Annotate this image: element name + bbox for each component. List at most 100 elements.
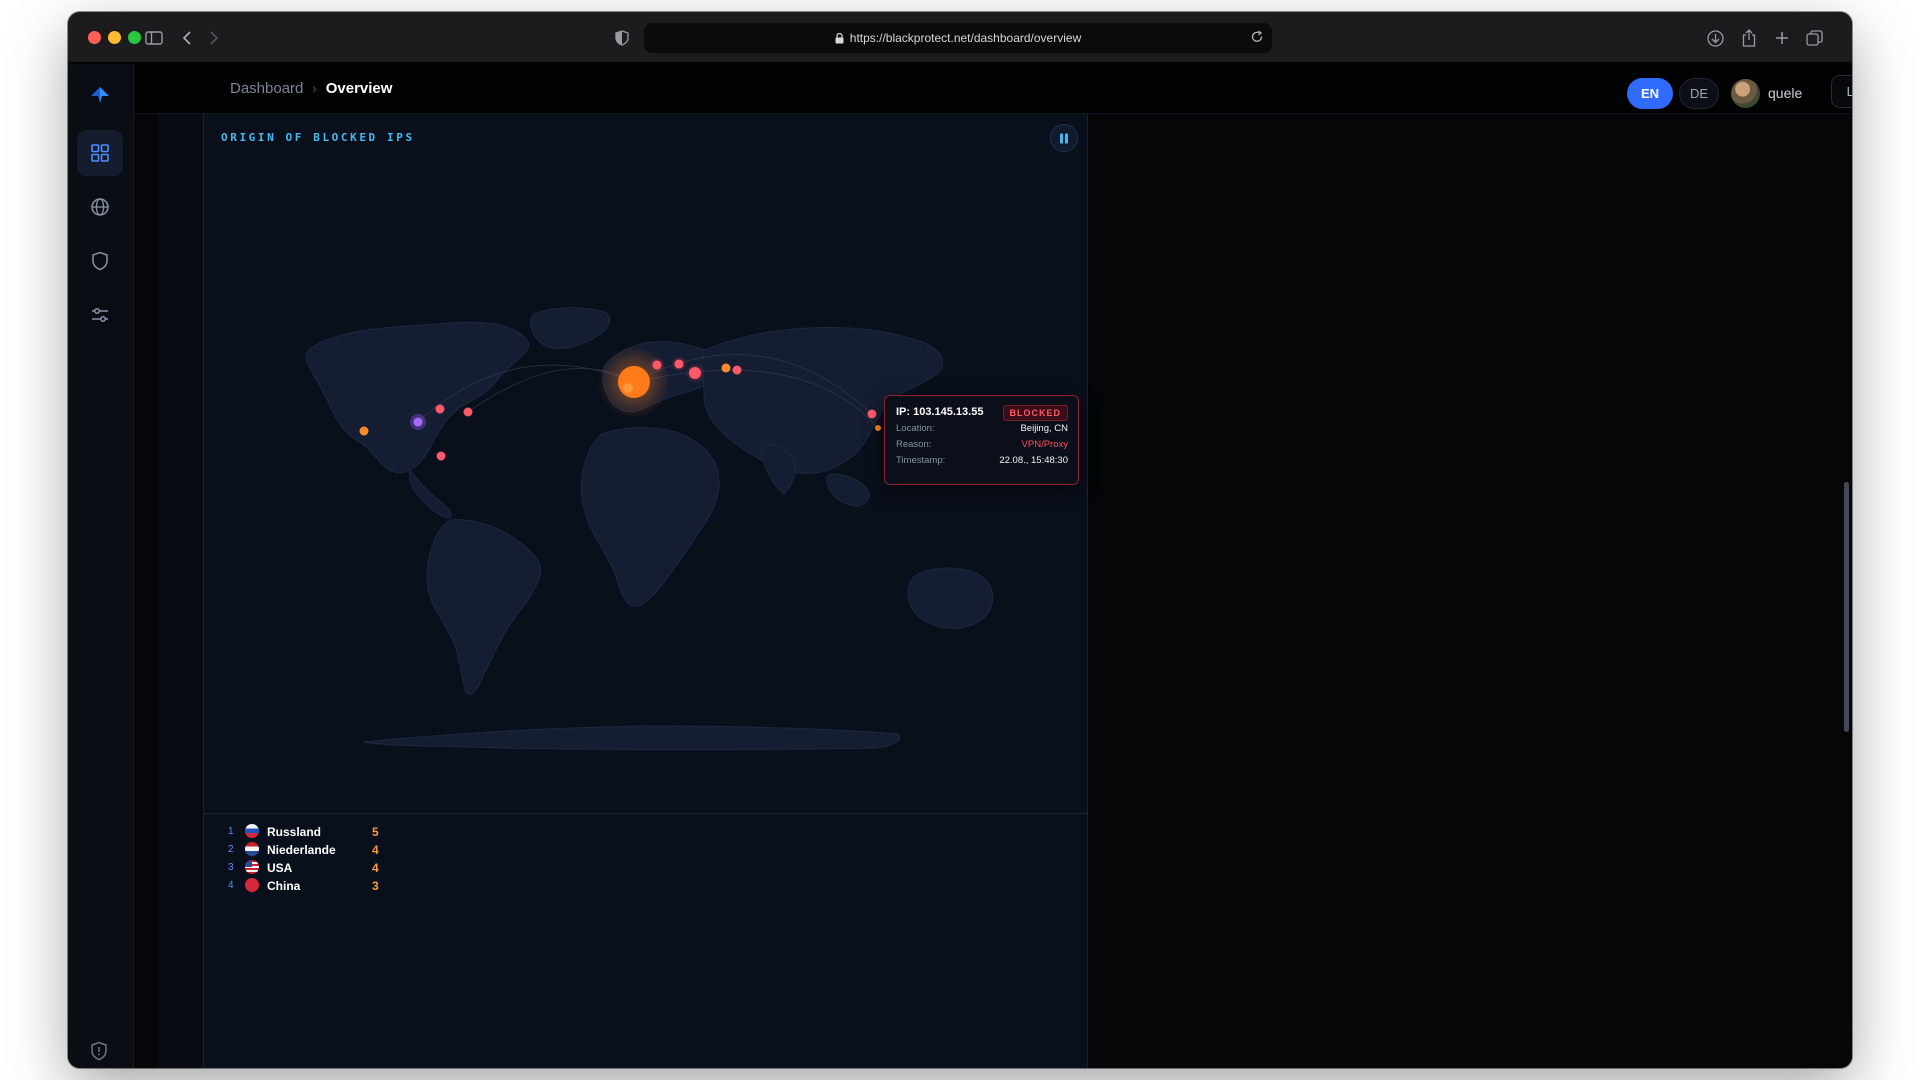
minimize-window-button[interactable] [108,31,121,44]
marker-dot[interactable] [689,367,701,379]
marker-dot[interactable] [413,417,423,427]
south-america-shape [426,519,542,696]
hotspot-marker-netherlands[interactable] [618,366,650,398]
block-count: 3 [372,879,379,893]
back-arrow-icon[interactable] [175,26,199,50]
privacy-shield-icon[interactable] [610,26,634,50]
username-label: quele [1768,85,1803,101]
rank-number: 4 [228,880,234,891]
sidebar [68,64,134,1068]
country-name: China [267,879,301,893]
australia-shape [907,567,994,629]
marker-dot[interactable] [359,426,369,436]
russia-flag-icon [245,824,259,838]
country-name: Niederlande [267,843,336,857]
block-count: 4 [372,843,379,857]
pause-button[interactable] [1050,124,1078,152]
shield-footer-icon[interactable] [90,1041,108,1066]
sidebar-item-dashboard[interactable] [77,130,123,176]
globe-icon [91,198,109,216]
rank-number: 3 [228,862,234,873]
browser-toolbar: https://blackprotect.net/dashboard/overv… [68,12,1852,63]
rank-number: 1 [228,826,234,837]
marker-dot [623,383,633,393]
tooltip-key: Location: [896,423,935,434]
card-title: ORIGIN OF BLOCKED IPS [221,131,415,144]
tooltip-key: Reason: [896,439,932,450]
reload-icon[interactable] [1250,30,1264,44]
logout-button[interactable]: Logout [1831,75,1852,108]
ip-tooltip: IP: 103.145.13.55 BLOCKED Location: Beij… [884,395,1079,485]
close-window-button[interactable] [88,31,101,44]
tooltip-row: Reason: VPN/Proxy [896,439,1068,450]
breadcrumb-dashboard-link[interactable]: Dashboard [230,80,303,97]
country-ranking-list: 1 Russland 5 2 Niederlande 4 3 USA 4 4 C… [228,824,388,896]
usa-flag-icon [245,860,259,874]
app-root: Dashboard › Overview EN DE quele Logout [68,64,1852,1068]
url-text: https://blackprotect.net/dashboard/overv… [849,31,1082,45]
address-bar[interactable]: https://blackprotect.net/dashboard/overv… [644,23,1272,53]
rank-number: 2 [228,844,234,855]
shield-icon [92,251,108,271]
central-america-shape [409,468,452,519]
sliders-icon [92,308,108,322]
browser-window: https://blackprotect.net/dashboard/overv… [68,12,1852,1068]
sidebar-item-network[interactable] [77,184,123,230]
share-icon[interactable] [1737,26,1761,50]
greenland-shape [530,307,611,349]
tooltip-row: Timestamp: 22.08., 15:48:30 [896,455,1068,466]
sidebar-toggle-icon[interactable] [142,26,166,50]
scrollbar[interactable] [1844,482,1849,732]
language-en-button[interactable]: EN [1627,78,1673,109]
marker-dot[interactable] [674,359,684,369]
netherlands-flag-icon [245,842,259,856]
tooltip-key: Timestamp: [896,455,946,466]
antarctica-shape [363,725,901,750]
tooltip-value: Beijing, CN [1020,423,1068,434]
country-name: Russland [267,825,322,839]
blocked-ips-map-card: ORIGIN OF BLOCKED IPS IP: 103.145.13.55 … [203,114,1088,1068]
tooltip-row: Location: Beijing, CN [896,423,1068,434]
list-item[interactable]: 4 China 3 [228,878,388,896]
marker-dot-beijing[interactable] [867,409,877,419]
main-content: ORIGIN OF BLOCKED IPS IP: 103.145.13.55 … [134,114,1852,1068]
pause-icon [1060,133,1068,143]
tab-overview-icon[interactable] [1802,26,1826,50]
southeast-asia-shape [826,473,870,507]
marker-dot[interactable] [875,425,881,431]
dashboard-grid-icon [91,144,109,162]
sidebar-item-settings[interactable] [77,292,123,338]
block-count: 4 [372,861,379,875]
marker-dot[interactable] [652,360,662,370]
country-name: USA [267,861,293,875]
africa-shape [581,427,720,607]
language-de-button[interactable]: DE [1679,78,1719,109]
block-count: 5 [372,825,379,839]
brand-logo-icon[interactable] [88,84,112,113]
marker-dot[interactable] [721,363,731,373]
status-badge: BLOCKED [1002,405,1068,421]
tooltip-value: 22.08., 15:48:30 [999,455,1068,466]
avatar[interactable] [1731,79,1760,108]
marker-dot[interactable] [435,404,445,414]
marker-dot[interactable] [732,365,742,375]
sidebar-item-security[interactable] [77,238,123,284]
marker-dot[interactable] [463,407,473,417]
chevron-right-icon: › [312,81,317,96]
list-item[interactable]: 3 USA 4 [228,860,388,878]
list-item[interactable]: 1 Russland 5 [228,824,388,842]
top-bar: Dashboard › Overview EN DE quele Logout [134,64,1852,114]
page-title: Overview [325,80,393,97]
zoom-window-button[interactable] [128,31,141,44]
marker-dot[interactable] [436,451,446,461]
content-column: ORIGIN OF BLOCKED IPS IP: 103.145.13.55 … [158,114,1088,1068]
tooltip-value: VPN/Proxy [1021,439,1068,450]
divider [204,813,1087,814]
list-item[interactable]: 2 Niederlande 4 [228,842,388,860]
forward-arrow-icon[interactable] [202,26,226,50]
north-america-shape [305,321,529,474]
downloads-icon[interactable] [1703,26,1727,50]
new-tab-icon[interactable] [1770,26,1794,50]
china-flag-icon [245,878,259,892]
breadcrumb: Dashboard › Overview [230,80,392,97]
